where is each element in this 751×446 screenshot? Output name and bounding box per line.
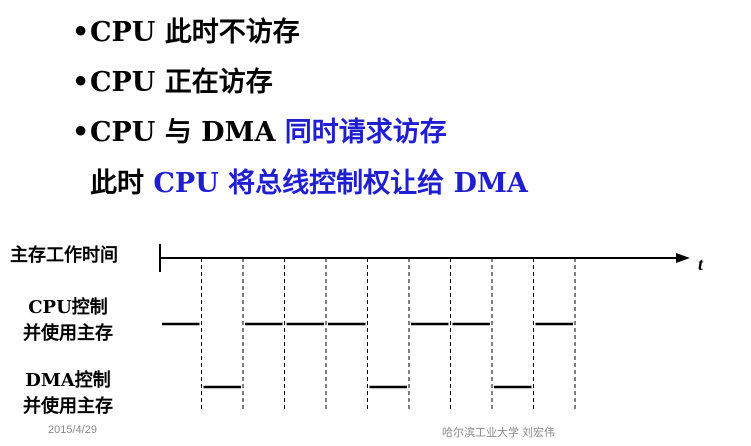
slot-boundaries xyxy=(201,258,576,412)
timing-diagram: t xyxy=(159,244,704,412)
footer-author: 哈尔滨工业大学 刘宏伟 xyxy=(442,427,556,439)
footer-date: 2015/4/29 xyxy=(48,424,97,436)
time-axis-t-label: t xyxy=(698,254,704,274)
time-axis-arrow xyxy=(676,253,690,263)
